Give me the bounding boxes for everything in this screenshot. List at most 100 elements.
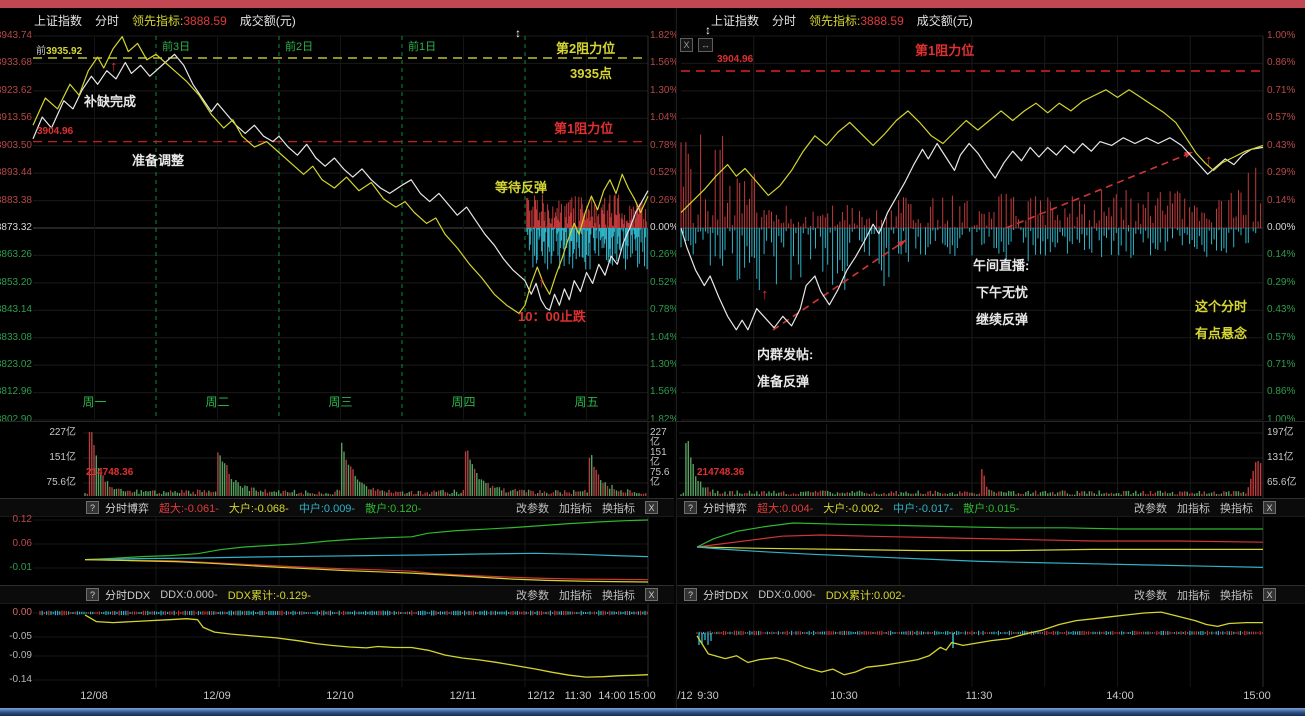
- indicator-title: 分时博弈: [703, 502, 747, 515]
- symbol-name: 上证指数: [711, 13, 760, 28]
- change-params-button[interactable]: 改参数: [1134, 587, 1167, 603]
- indicator-title: 分时DDX: [703, 589, 749, 602]
- add-indicator-button[interactable]: 加指标: [559, 500, 592, 516]
- main-chart-right[interactable]: 1.00% 0.86% 0.71% 0.57% 0.43% 0.29% 0.14% 0.00%…: [677, 30, 1305, 425]
- volume-tick: 227亿: [650, 427, 667, 448]
- percent-tick: 0.29%: [1267, 167, 1296, 179]
- volume-tick: 197亿: [1267, 427, 1294, 438]
- resistance1-price: 3904.96: [717, 54, 754, 65]
- leading-indicator: 领先指标:3888.59: [809, 12, 904, 29]
- close-indicator-button[interactable]: X: [1263, 588, 1276, 601]
- resistance2-value-annotation: 3935点: [570, 66, 612, 81]
- gap-filled-annotation: 补缺完成: [84, 94, 137, 109]
- window-title-bar[interactable]: [0, 0, 1305, 8]
- updown-drag-icon[interactable]: ↕: [705, 24, 711, 36]
- leading-indicator-value: 3888.59: [183, 13, 227, 28]
- ddx-axis-tick: -0.05: [9, 631, 32, 642]
- close-indicator-button[interactable]: X: [645, 588, 658, 601]
- suspense-annotation: 这个分时: [1195, 299, 1248, 314]
- percent-tick: 0.71%: [1267, 359, 1296, 371]
- percent-tick: 0.86%: [1267, 57, 1296, 69]
- time-tick: 10:30: [830, 690, 858, 702]
- left-chart-panel: 上证指数 分时 领先指标:3888.59 成交额(元) 3943.74 3933.…: [0, 8, 678, 708]
- volume-tick: 75.6亿: [46, 477, 76, 488]
- help-icon[interactable]: ?: [684, 501, 697, 514]
- right-chart-panel: 上证指数 分时 领先指标:3888.59 成交额(元) 1.00% 0.86% 0.…: [676, 8, 1305, 708]
- switch-indicator-button[interactable]: 换指标: [602, 500, 635, 516]
- volume-tick: 151亿: [49, 452, 76, 463]
- price-tick: 3903.50: [0, 139, 32, 151]
- percent-tick: 0.43%: [1267, 304, 1296, 316]
- ddx-axis-tick: -0.14: [9, 674, 32, 685]
- switch-indicator-button[interactable]: 换指标: [602, 587, 635, 603]
- app-window: 上证指数 分时 领先指标:3888.59 成交额(元) 3943.743933.…: [0, 0, 1305, 716]
- volume-chart-left[interactable]: 227亿 151亿 75.6亿 227亿 151亿 75.6亿 214748.36: [0, 421, 674, 499]
- weekday-label: 周一: [82, 395, 107, 409]
- price-tick: 3913.56: [0, 112, 32, 124]
- help-icon[interactable]: ?: [86, 588, 99, 601]
- change-params-button[interactable]: 改参数: [516, 587, 549, 603]
- help-icon[interactable]: ?: [684, 588, 697, 601]
- volume-axis-left: 227亿 151亿 75.6亿: [40, 428, 76, 488]
- time-tick: 9:30: [697, 690, 719, 702]
- add-indicator-button[interactable]: 加指标: [559, 587, 592, 603]
- price-tick: 3873.32: [0, 221, 32, 233]
- resize-window-icon[interactable]: ↔: [698, 38, 713, 52]
- game-axis-tick: 0.06: [12, 538, 32, 549]
- add-indicator-button[interactable]: 加指标: [1177, 500, 1210, 516]
- help-icon[interactable]: ?: [86, 501, 99, 514]
- main-chart-canvas[interactable]: [0, 30, 674, 421]
- ddx-value: DDX:0.000-: [758, 588, 816, 601]
- game-chart-left[interactable]: 0.12 0.06 -0.01: [0, 515, 674, 585]
- status-bar: [0, 708, 1305, 716]
- ddx-cumulative-value: DDX累计:-0.129-: [227, 589, 311, 602]
- switch-indicator-button[interactable]: 换指标: [1220, 500, 1253, 516]
- day-boundary-label: 前2日: [285, 41, 314, 53]
- game-chart-right[interactable]: [677, 517, 1305, 585]
- price-tick: 3943.74: [0, 30, 32, 41]
- close-window-icon[interactable]: X: [680, 38, 693, 52]
- weekday-label: 周五: [574, 395, 599, 409]
- updown-drag-icon[interactable]: ↕: [515, 27, 521, 39]
- close-indicator-button[interactable]: X: [1263, 501, 1276, 514]
- ddx-canvas[interactable]: [0, 604, 674, 687]
- period-label[interactable]: 分时: [772, 12, 796, 29]
- add-indicator-button[interactable]: 加指标: [1177, 587, 1210, 603]
- period-label[interactable]: 分时: [95, 12, 119, 29]
- change-params-button[interactable]: 改参数: [516, 500, 549, 516]
- resistance1-annotation: 第1阻力位: [915, 43, 975, 58]
- ddx-chart-left[interactable]: 0.00 -0.05 -0.09 -0.14: [0, 604, 674, 687]
- turnover-label: 成交额(元): [239, 13, 296, 28]
- volume-canvas[interactable]: [0, 422, 674, 499]
- change-params-button[interactable]: 改参数: [1134, 500, 1167, 516]
- leading-indicator-label: 领先指标:: [809, 13, 861, 28]
- game-canvas[interactable]: [0, 517, 674, 585]
- switch-indicator-button[interactable]: 换指标: [1220, 587, 1253, 603]
- prepare-adjust-annotation: 准备调整: [132, 153, 185, 168]
- main-chart-left[interactable]: 3943.74 3933.68 3923.62 3913.56 3903.50 3893.…: [0, 30, 678, 425]
- volume-tick: 131亿: [1267, 452, 1294, 463]
- symbol-name: 上证指数: [34, 13, 83, 28]
- volume-tick: 151亿: [650, 447, 667, 468]
- weekday-label: 周三: [328, 395, 353, 409]
- price-tick: 3853.20: [0, 276, 32, 288]
- percent-tick: 0.14%: [1267, 249, 1296, 261]
- close-indicator-button[interactable]: X: [645, 501, 658, 514]
- price-tick: 3933.68: [0, 57, 32, 69]
- time-tick: 11:30: [965, 690, 993, 702]
- volume-canvas[interactable]: [677, 422, 1305, 499]
- volume-chart-right[interactable]: 197亿 131亿 65.6亿 214748.36: [677, 421, 1305, 499]
- time-tick: 14:00: [598, 690, 626, 702]
- time-tick: 12/09: [203, 690, 231, 702]
- ddx-canvas[interactable]: [677, 604, 1305, 687]
- time-tick: 15:00: [628, 690, 656, 702]
- stop-fall-annotation: 10：00止跌: [518, 309, 586, 324]
- game-indicator-header: ? 分时博弈 超大:-0.061- 大户:-0.068- 中户:0.009- 散…: [0, 498, 674, 517]
- ddx-chart-right[interactable]: [677, 604, 1305, 687]
- weekday-label: 周四: [451, 395, 476, 409]
- weekday-labels: 周一 周二 周三 周四 周五: [33, 393, 648, 410]
- game-canvas[interactable]: [677, 517, 1305, 585]
- price-tick: 3843.14: [0, 304, 32, 316]
- time-axis-left: 12/08 12/09 12/10 12/11 12/12 11:30 14:0…: [0, 690, 674, 708]
- percent-tick: 0.43%: [1267, 139, 1296, 151]
